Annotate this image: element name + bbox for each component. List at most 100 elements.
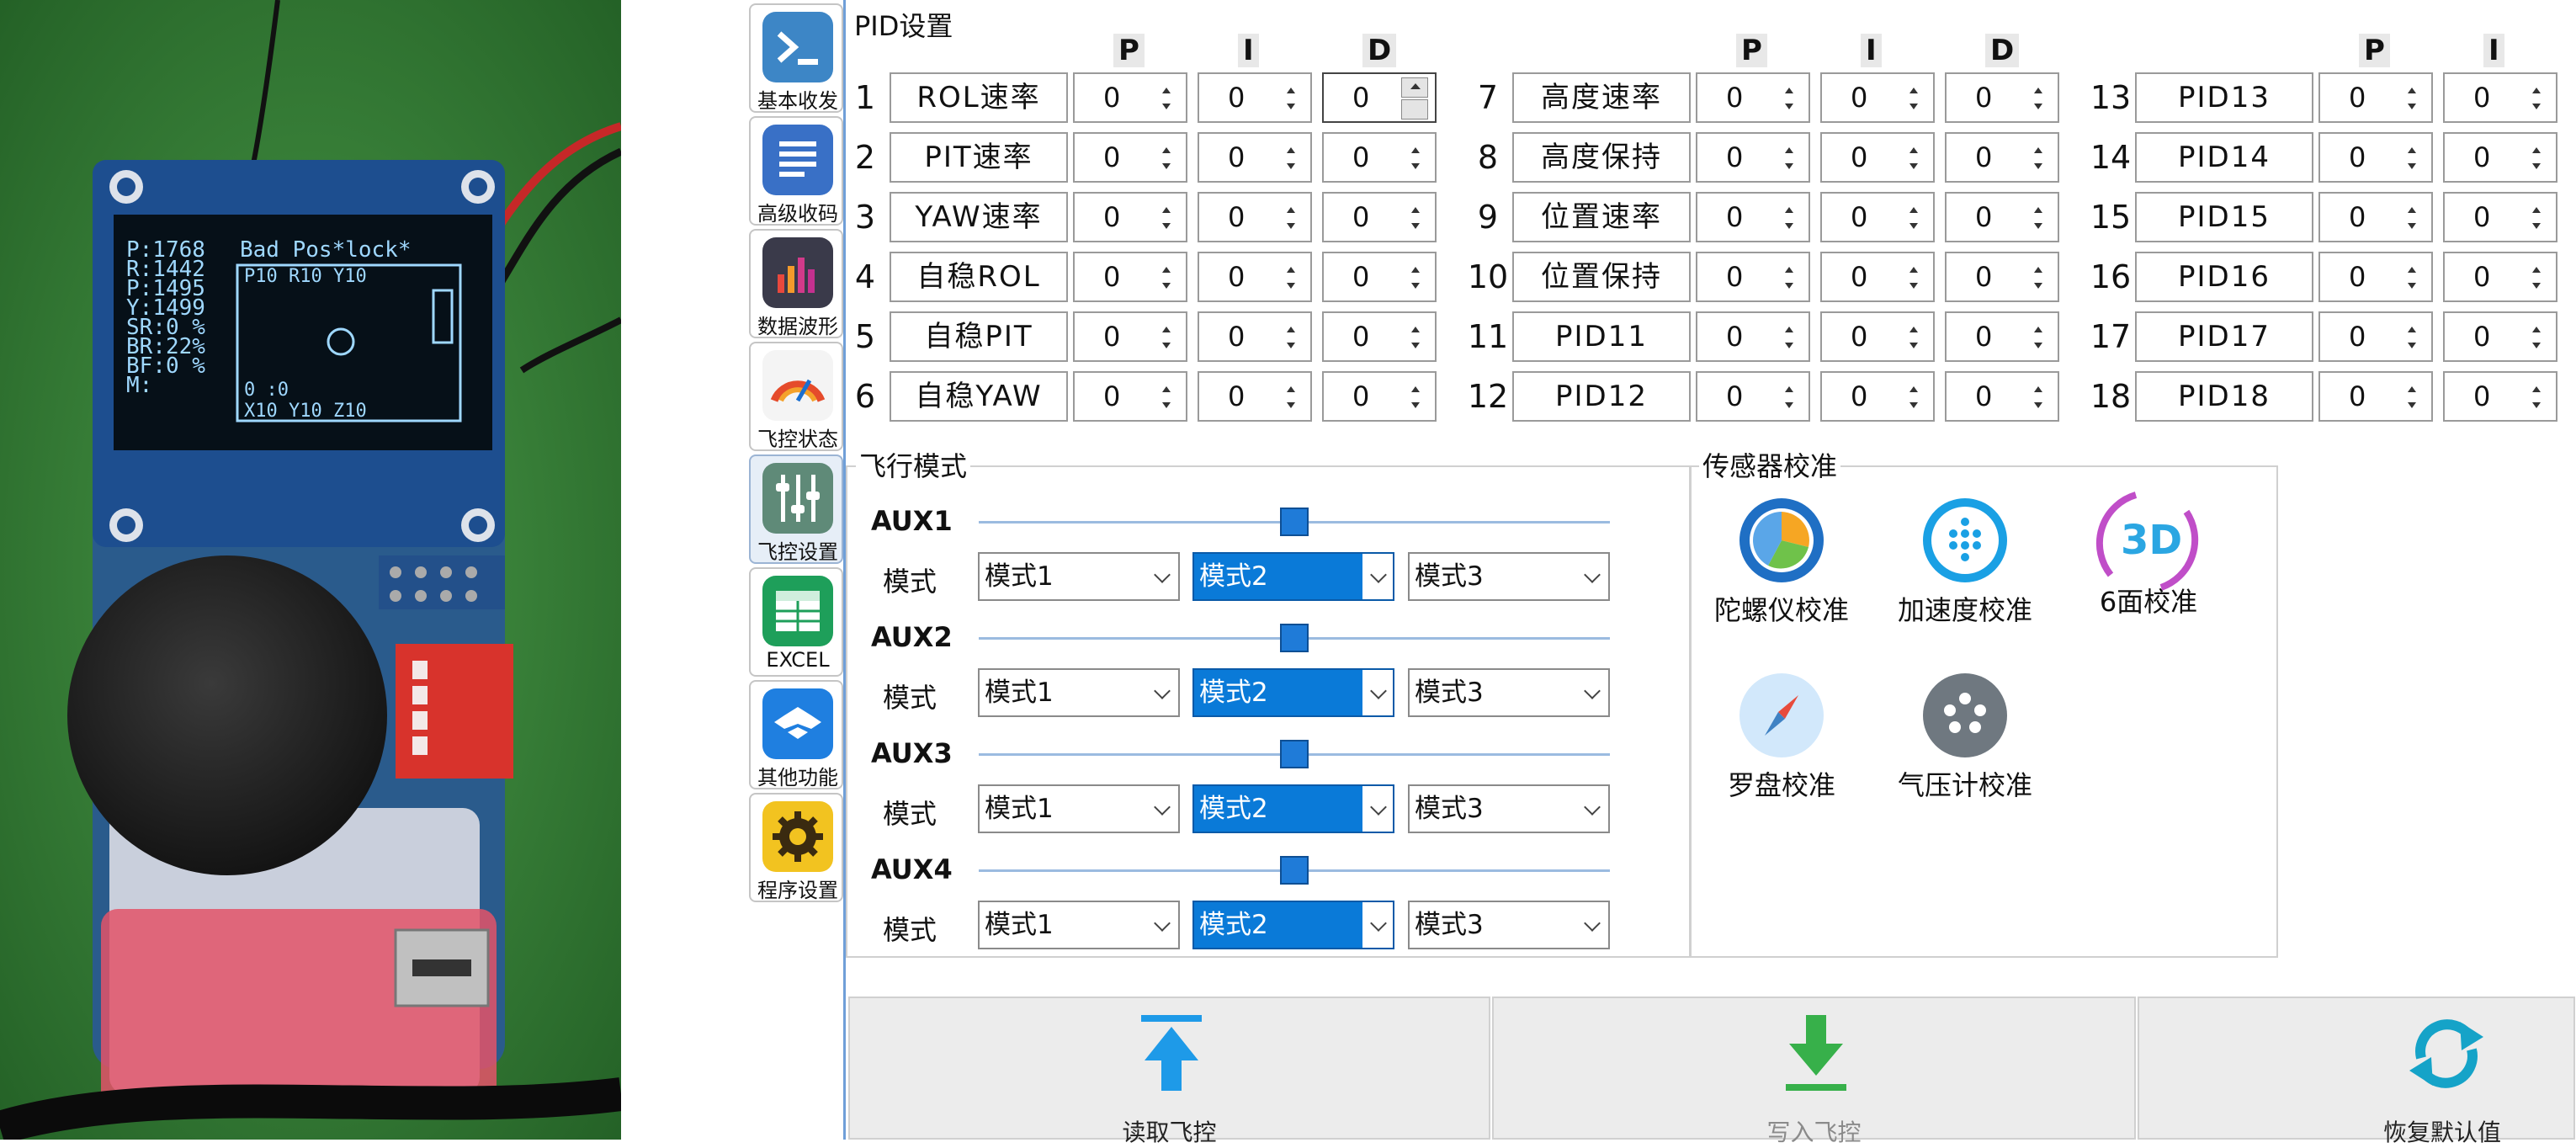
spin-arrows-icon[interactable] (1287, 386, 1295, 408)
pid-d-spinbox[interactable]: 0 (1322, 371, 1437, 422)
spin-arrows-icon[interactable] (2408, 147, 2416, 169)
pid-i-spinbox[interactable]: 0 (2443, 72, 2557, 123)
pid-i-spinbox[interactable]: 0 (2443, 132, 2557, 183)
spin-arrows-icon[interactable] (2034, 88, 2042, 109)
spin-arrows-icon[interactable] (1909, 267, 1918, 289)
pid-p-spinbox[interactable]: 0 (2318, 132, 2433, 183)
pid-d-spinbox[interactable]: 0 (1322, 252, 1437, 302)
pid-d-spinbox[interactable]: 0 (1945, 371, 2059, 422)
pid-d-spinbox[interactable]: 0 (1322, 311, 1437, 362)
pid-d-spinbox[interactable]: 0 (1945, 192, 2059, 242)
spin-arrows-icon[interactable] (2532, 386, 2541, 408)
pid-i-spinbox[interactable]: 0 (2443, 371, 2557, 422)
pid-i-spinbox[interactable]: 0 (1820, 72, 1935, 123)
pid-d-spinbox[interactable]: 0 (1945, 132, 2059, 183)
pid-i-spinbox[interactable]: 0 (1820, 311, 1935, 362)
spin-down-icon[interactable] (1410, 108, 1421, 114)
pid-d-spinbox[interactable]: 0 (1945, 252, 2059, 302)
mode-combobox[interactable]: 模式3 (1408, 668, 1610, 717)
pid-i-spinbox[interactable]: 0 (1198, 132, 1312, 183)
spin-arrows-icon[interactable] (1162, 327, 1171, 348)
spin-arrows-icon[interactable] (1785, 147, 1793, 169)
spin-arrows-icon[interactable] (2034, 267, 2042, 289)
pid-i-spinbox[interactable]: 0 (1820, 252, 1935, 302)
spin-arrows-icon[interactable] (1411, 207, 1420, 229)
chevron-down-icon[interactable] (1584, 683, 1601, 699)
calibration-barometer[interactable]: 气压计校准 (1889, 672, 2041, 803)
spin-arrows-icon[interactable] (2408, 207, 2416, 229)
spin-arrows-icon[interactable] (2034, 147, 2042, 169)
mode-combobox[interactable]: 模式1 (978, 901, 1180, 949)
aux-slider-thumb[interactable] (1280, 740, 1309, 768)
pid-i-spinbox[interactable]: 0 (1198, 252, 1312, 302)
spin-arrows-icon[interactable] (1909, 386, 1918, 408)
nav-item-spreadsheet[interactable]: EXCEL (749, 567, 843, 677)
pid-p-spinbox[interactable]: 0 (2318, 192, 2433, 242)
spin-arrows-icon[interactable] (1785, 207, 1793, 229)
chevron-down-icon[interactable] (1154, 683, 1171, 699)
spin-arrows-icon[interactable] (1909, 88, 1918, 109)
pid-p-spinbox[interactable]: 0 (1073, 132, 1187, 183)
pid-p-spinbox[interactable]: 0 (1073, 72, 1187, 123)
mode-combobox[interactable]: 模式3 (1408, 552, 1610, 601)
chevron-down-icon[interactable] (1584, 566, 1601, 583)
pid-d-spinbox[interactable]: 0 (1322, 132, 1437, 183)
pid-p-spinbox[interactable]: 0 (2318, 371, 2433, 422)
chevron-down-icon[interactable] (1584, 799, 1601, 816)
pid-d-spinbox[interactable]: 0 (1322, 192, 1437, 242)
pid-p-spinbox[interactable]: 0 (1073, 252, 1187, 302)
pid-i-spinbox[interactable]: 0 (1198, 371, 1312, 422)
spin-arrows-icon[interactable] (1287, 267, 1295, 289)
mode-combobox[interactable]: 模式3 (1408, 901, 1610, 949)
mode-combobox[interactable]: 模式2 (1192, 668, 1394, 717)
spin-arrows-icon[interactable] (1411, 267, 1420, 289)
spin-up-icon[interactable] (1410, 83, 1421, 89)
spin-arrows-icon[interactable] (1287, 327, 1295, 348)
spin-arrows-icon[interactable] (1162, 267, 1171, 289)
spin-arrows-icon[interactable] (2532, 207, 2541, 229)
spin-arrows-icon[interactable] (1162, 386, 1171, 408)
pid-i-spinbox[interactable]: 0 (2443, 252, 2557, 302)
pid-p-spinbox[interactable]: 0 (1696, 252, 1810, 302)
chevron-down-icon[interactable] (1370, 799, 1387, 816)
pid-p-spinbox[interactable]: 0 (1696, 132, 1810, 183)
action-download-arrow[interactable]: 写入飞控 (1492, 997, 2136, 1146)
mode-combobox[interactable]: 模式3 (1408, 784, 1610, 833)
spin-arrows-icon[interactable] (1411, 386, 1420, 408)
aux-slider-thumb[interactable] (1280, 856, 1309, 885)
spin-arrows-icon[interactable] (1785, 327, 1793, 348)
pid-p-spinbox[interactable]: 0 (2318, 72, 2433, 123)
pid-p-spinbox[interactable]: 0 (2318, 311, 2433, 362)
nav-item-sliders[interactable]: 飞控设置 (749, 454, 843, 564)
spin-arrows-icon[interactable] (1909, 147, 1918, 169)
pid-i-spinbox[interactable]: 0 (2443, 311, 2557, 362)
nav-item-gauge[interactable]: 飞控状态 (749, 342, 843, 451)
spin-arrows-icon[interactable] (2034, 207, 2042, 229)
spin-arrows-icon[interactable] (2408, 267, 2416, 289)
nav-item-gear[interactable]: 程序设置 (749, 793, 843, 902)
spin-arrows-icon[interactable] (1909, 327, 1918, 348)
spin-arrows-icon[interactable] (2408, 386, 2416, 408)
calibration-3d-rotate[interactable]: 3D 6面校准 (2073, 478, 2224, 619)
action-upload-arrow[interactable]: 读取飞控 (848, 997, 1490, 1146)
chevron-down-icon[interactable] (1154, 799, 1171, 816)
spin-arrows-icon[interactable] (2034, 386, 2042, 408)
pid-i-spinbox[interactable]: 0 (2443, 192, 2557, 242)
pid-p-spinbox[interactable]: 0 (1073, 371, 1187, 422)
pid-i-spinbox[interactable]: 0 (1820, 371, 1935, 422)
chevron-down-icon[interactable] (1370, 915, 1387, 932)
nav-item-dropbox[interactable]: 其他功能 (749, 680, 843, 789)
mode-combobox[interactable]: 模式2 (1192, 784, 1394, 833)
pid-p-spinbox[interactable]: 0 (1073, 192, 1187, 242)
pid-p-spinbox[interactable]: 0 (2318, 252, 2433, 302)
aux-slider-thumb[interactable] (1280, 508, 1309, 536)
pid-i-spinbox[interactable]: 0 (1198, 311, 1312, 362)
spin-arrows-icon[interactable] (1401, 77, 1430, 120)
calibration-gyro[interactable]: 陀螺仪校准 (1706, 497, 1857, 628)
spin-arrows-icon[interactable] (1287, 147, 1295, 169)
spin-arrows-icon[interactable] (1785, 267, 1793, 289)
pid-p-spinbox[interactable]: 0 (1073, 311, 1187, 362)
spin-arrows-icon[interactable] (1287, 207, 1295, 229)
mode-combobox[interactable]: 模式1 (978, 668, 1180, 717)
spin-arrows-icon[interactable] (1162, 207, 1171, 229)
